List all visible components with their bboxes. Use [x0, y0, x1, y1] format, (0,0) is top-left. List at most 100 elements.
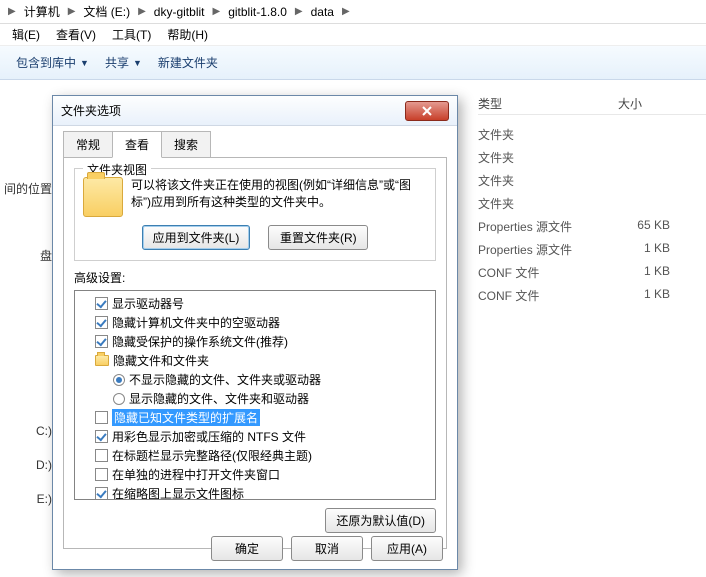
breadcrumb-item[interactable]: 文档 (E:)	[79, 1, 134, 22]
file-list: 类型 大小 文件夹 文件夹 文件夹 文件夹 Properties 源文件65 K…	[478, 95, 706, 307]
include-label: 包含到库中	[16, 54, 76, 71]
chevron-right-icon: ▶	[212, 6, 220, 17]
table-row[interactable]: 文件夹	[478, 146, 706, 169]
close-button[interactable]	[405, 101, 449, 121]
cell-size	[618, 172, 678, 189]
table-row[interactable]: 文件夹	[478, 123, 706, 146]
breadcrumb-item[interactable]: gitblit-1.8.0	[224, 3, 291, 21]
cell-type: Properties 源文件	[478, 241, 618, 258]
cell-size: 65 KB	[618, 218, 678, 235]
cell-size	[618, 195, 678, 212]
chevron-right-icon: ▶	[295, 6, 303, 17]
breadcrumb-item[interactable]: 计算机	[20, 1, 64, 22]
column-size[interactable]: 大小	[618, 95, 678, 112]
folder-icon	[95, 355, 109, 366]
tree-item-selected[interactable]: 隐藏已知文件类型的扩展名	[77, 408, 433, 427]
radio-icon[interactable]	[113, 374, 125, 386]
cell-type: 文件夹	[478, 172, 618, 189]
cell-size	[618, 149, 678, 166]
table-row[interactable]: 文件夹	[478, 169, 706, 192]
menu-tools[interactable]: 工具(T)	[104, 24, 159, 45]
menu-help[interactable]: 帮助(H)	[159, 24, 216, 45]
tree-item[interactable]: 隐藏计算机文件夹中的空驱动器	[77, 313, 433, 332]
sidebar-item[interactable]: E:)	[0, 482, 52, 516]
dialog-titlebar[interactable]: 文件夹选项	[53, 96, 457, 126]
cell-size	[618, 126, 678, 143]
chevron-right-icon: ▶	[138, 6, 146, 17]
checkbox-icon[interactable]	[95, 449, 108, 462]
restore-defaults-button[interactable]: 还原为默认值(D)	[325, 508, 436, 533]
breadcrumb-item[interactable]: data	[307, 3, 338, 21]
column-type[interactable]: 类型	[478, 95, 618, 112]
breadcrumb-item[interactable]: dky-gitblit	[150, 3, 209, 21]
cell-type: CONF 文件	[478, 264, 618, 281]
menu-edit[interactable]: 辑(E)	[4, 24, 48, 45]
checkbox-icon[interactable]	[95, 468, 108, 481]
chevron-right-icon: ▶	[68, 6, 76, 17]
dialog-buttons: 确定 取消 应用(A)	[211, 536, 443, 561]
tree-label: 显示驱动器号	[112, 295, 184, 312]
column-headers[interactable]: 类型 大小	[478, 95, 706, 115]
tree-label: 显示隐藏的文件、文件夹和驱动器	[129, 390, 309, 407]
tree-label: 用彩色显示加密或压缩的 NTFS 文件	[112, 428, 306, 445]
checkbox-icon[interactable]	[95, 411, 108, 424]
sidebar-item[interactable]: C:)	[0, 414, 52, 448]
tree-label: 在单独的进程中打开文件夹窗口	[112, 466, 280, 483]
advanced-settings-label: 高级设置:	[74, 269, 436, 286]
checkbox-icon[interactable]	[95, 316, 108, 329]
tree-label: 隐藏已知文件类型的扩展名	[112, 409, 260, 426]
chevron-right-icon: ▶	[342, 6, 350, 17]
tab-panel-view: 文件夹视图 可以将该文件夹正在使用的视图(例如“详细信息”或“图标”)应用到所有…	[63, 157, 447, 549]
cell-type: Properties 源文件	[478, 218, 618, 235]
apply-to-folders-button[interactable]: 应用到文件夹(L)	[142, 225, 251, 250]
tab-search[interactable]: 搜索	[161, 131, 211, 158]
share-button[interactable]: 共享▼	[97, 50, 150, 75]
sidebar-item[interactable]: 盘	[0, 237, 52, 274]
radio-icon[interactable]	[113, 393, 125, 405]
table-row[interactable]: CONF 文件1 KB	[478, 261, 706, 284]
cell-type: 文件夹	[478, 126, 618, 143]
chevron-right-icon: ▶	[8, 6, 16, 17]
advanced-settings-tree[interactable]: 显示驱动器号 隐藏计算机文件夹中的空驱动器 隐藏受保护的操作系统文件(推荐) 隐…	[74, 290, 436, 500]
cancel-button[interactable]: 取消	[291, 536, 363, 561]
tab-general[interactable]: 常规	[63, 131, 113, 158]
sidebar-item[interactable]: D:)	[0, 448, 52, 482]
chevron-down-icon: ▼	[80, 58, 89, 68]
menubar: 辑(E) 查看(V) 工具(T) 帮助(H)	[0, 24, 706, 46]
apply-button[interactable]: 应用(A)	[371, 536, 443, 561]
tree-item[interactable]: 在标题栏显示完整路径(仅限经典主题)	[77, 446, 433, 465]
tree-item[interactable]: 在单独的进程中打开文件夹窗口	[77, 465, 433, 484]
cell-type: 文件夹	[478, 149, 618, 166]
sidebar-item[interactable]: 间的位置	[0, 170, 52, 207]
tree-item[interactable]: 显示隐藏的文件、文件夹和驱动器	[77, 389, 433, 408]
new-folder-button[interactable]: 新建文件夹	[150, 50, 226, 75]
checkbox-icon[interactable]	[95, 297, 108, 310]
table-row[interactable]: Properties 源文件65 KB	[478, 215, 706, 238]
table-row[interactable]: 文件夹	[478, 192, 706, 215]
nav-sidebar: 间的位置 盘 C:) D:) E:)	[0, 170, 52, 516]
cell-size: 1 KB	[618, 287, 678, 304]
tree-item[interactable]: 隐藏受保护的操作系统文件(推荐)	[77, 332, 433, 351]
cell-type: 文件夹	[478, 195, 618, 212]
breadcrumb[interactable]: ▶ 计算机 ▶ 文档 (E:) ▶ dky-gitblit ▶ gitblit-…	[0, 0, 706, 24]
tree-item[interactable]: 显示驱动器号	[77, 294, 433, 313]
menu-view[interactable]: 查看(V)	[48, 24, 104, 45]
table-row[interactable]: CONF 文件1 KB	[478, 284, 706, 307]
checkbox-icon[interactable]	[95, 335, 108, 348]
tab-view[interactable]: 查看	[112, 131, 162, 158]
checkbox-icon[interactable]	[95, 487, 108, 500]
cell-size: 1 KB	[618, 241, 678, 258]
tree-item[interactable]: 隐藏文件和文件夹	[77, 351, 433, 370]
tree-item[interactable]: 在缩略图上显示文件图标	[77, 484, 433, 500]
ok-button[interactable]: 确定	[211, 536, 283, 561]
checkbox-icon[interactable]	[95, 430, 108, 443]
table-row[interactable]: Properties 源文件1 KB	[478, 238, 706, 261]
tree-label: 隐藏计算机文件夹中的空驱动器	[112, 314, 280, 331]
tree-item[interactable]: 不显示隐藏的文件、文件夹或驱动器	[77, 370, 433, 389]
include-in-library-button[interactable]: 包含到库中 ▼	[8, 50, 97, 75]
tree-item[interactable]: 用彩色显示加密或压缩的 NTFS 文件	[77, 427, 433, 446]
folder-view-description: 可以将该文件夹正在使用的视图(例如“详细信息”或“图标”)应用到所有这种类型的文…	[131, 177, 427, 217]
dialog-title: 文件夹选项	[61, 102, 405, 119]
close-icon	[421, 105, 433, 117]
reset-folders-button[interactable]: 重置文件夹(R)	[268, 225, 368, 250]
